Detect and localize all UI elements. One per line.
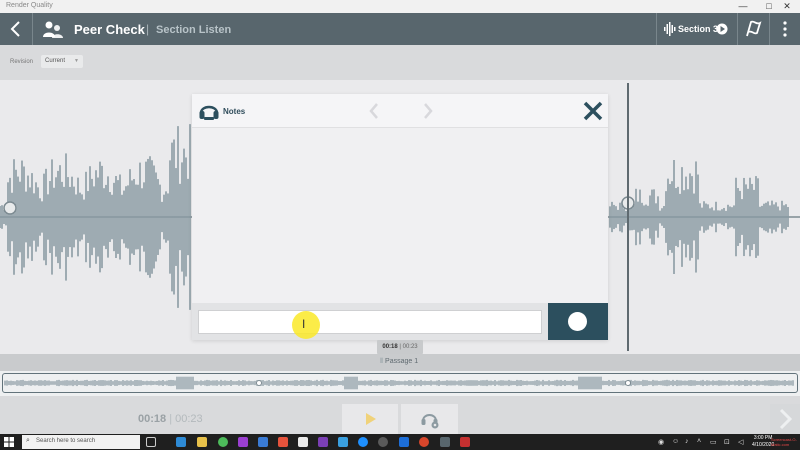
header-separator: [656, 13, 657, 45]
chevron-left-icon: [10, 21, 20, 37]
play-icon: [366, 413, 376, 425]
title-divider: |: [146, 22, 150, 36]
app-header: Peer Check | Section Listen Section 3: [0, 13, 800, 45]
app-name: Render Quality: [6, 2, 53, 9]
taskbar-search-placeholder: Search here to search: [36, 438, 96, 444]
notepad-icon[interactable]: [298, 437, 308, 447]
more-menu-button[interactable]: [770, 13, 800, 45]
header-separator: [32, 13, 33, 45]
overview-timeline[interactable]: [0, 371, 800, 396]
cursor-highlight: I: [292, 311, 320, 339]
battery-icon[interactable]: ▭: [710, 438, 717, 446]
outlook-icon[interactable]: [399, 437, 409, 447]
next-note-button[interactable]: [420, 101, 436, 121]
minimize-button[interactable]: —: [730, 0, 756, 13]
volume-icon[interactable]: ◁: [738, 438, 743, 446]
watermark: Screencast-O-Matic.com: [771, 437, 797, 447]
chevron-right-icon: [779, 408, 793, 430]
onenote-icon[interactable]: [318, 437, 328, 447]
flag-icon: [746, 20, 762, 37]
tooltip-current-time: 00:18: [382, 344, 398, 350]
notes-close-button[interactable]: [582, 100, 604, 122]
edge-browser-icon[interactable]: [176, 437, 186, 447]
notes-list: [192, 129, 608, 303]
headphones-icon: [199, 105, 219, 120]
window-titlebar: Render Quality — □ ✕: [0, 0, 800, 13]
revision-bar: Revision Current ▼: [0, 45, 800, 80]
headset-gear-icon: [421, 414, 439, 429]
previous-note-button[interactable]: [366, 101, 382, 121]
revision-selected: Current: [45, 58, 66, 64]
people-icon[interactable]: ☺: [672, 438, 679, 445]
soundwave-icon: [664, 22, 676, 36]
page-title: Peer Check: [74, 22, 145, 37]
taskbar-search[interactable]: ⌕ Search here to search: [22, 435, 140, 449]
record-button[interactable]: [548, 303, 608, 340]
chrome-icon[interactable]: [218, 437, 228, 447]
note-text-input[interactable]: [198, 310, 542, 334]
flag-button[interactable]: [738, 13, 768, 45]
time-display: 00:18 | 00:23: [138, 413, 203, 425]
window-close-button[interactable]: ✕: [774, 0, 800, 13]
overview-track[interactable]: [2, 373, 798, 393]
tooltip-total-time: 00:23: [402, 344, 418, 350]
back-button[interactable]: [0, 13, 32, 45]
next-step-button[interactable]: [770, 404, 800, 434]
playhead[interactable]: [627, 83, 629, 351]
total-time: 00:23: [175, 413, 203, 425]
close-icon: [583, 101, 603, 121]
section-label: Section 3: [678, 24, 719, 34]
more-vertical-icon: [783, 21, 787, 37]
os-taskbar: ⌕ Search here to search ◉ ☺ ♪ ˄ ▭ ⊡ ◁ 3:…: [0, 434, 800, 450]
file-explorer-icon[interactable]: [197, 437, 207, 447]
network-icon[interactable]: ⊡: [724, 438, 730, 446]
page-subtitle: Section Listen: [156, 24, 232, 36]
search-icon: ⌕: [26, 437, 30, 444]
passage-label: ⦀ Passage 1: [380, 358, 418, 366]
time-separator: |: [166, 413, 176, 425]
current-time: 00:18: [138, 413, 167, 425]
time-tooltip: 00:18 | 00:23: [377, 340, 423, 354]
notes-title: Notes: [223, 107, 246, 116]
app-icon-blue[interactable]: [258, 437, 268, 447]
app-icon-round[interactable]: [358, 437, 368, 447]
record-icon: [568, 312, 587, 331]
passage-name: Passage 1: [385, 358, 419, 365]
app-icon-purple[interactable]: [238, 437, 248, 447]
chevron-right-icon: [424, 103, 433, 119]
notes-header: Notes: [192, 94, 608, 128]
section-play-button[interactable]: Section 3: [658, 13, 736, 45]
text-cursor-icon: I: [302, 317, 306, 331]
app-icon-gray[interactable]: [378, 437, 388, 447]
revision-label: Revision: [10, 59, 34, 65]
chevron-down-icon: ▼: [74, 58, 79, 64]
microphone-icon[interactable]: ♪: [685, 438, 689, 445]
tray-app-icon[interactable]: ◉: [658, 438, 664, 446]
chevron-left-icon: [369, 103, 378, 119]
task-view-icon[interactable]: [146, 437, 156, 447]
chevron-up-icon[interactable]: ˄: [697, 438, 701, 445]
playback-controls: 00:18 | 00:23: [0, 396, 800, 434]
windows-start-icon[interactable]: [4, 437, 14, 447]
powerpoint-icon[interactable]: [419, 437, 429, 447]
play-button[interactable]: [342, 404, 398, 434]
overview-waveform: [4, 376, 794, 390]
notes-footer: [192, 303, 608, 340]
team-icon: [43, 21, 63, 38]
play-circle-icon: [716, 23, 728, 35]
brave-browser-icon[interactable]: [278, 437, 288, 447]
acrobat-icon[interactable]: [460, 437, 470, 447]
active-app-icon[interactable]: [440, 437, 450, 447]
passage-bar[interactable]: ⦀ Passage 1: [0, 354, 800, 371]
helper-button[interactable]: [401, 404, 458, 434]
notes-dialog: Notes: [192, 94, 608, 340]
revision-select[interactable]: Current ▼: [41, 55, 83, 68]
app-icon-cyan[interactable]: [338, 437, 348, 447]
